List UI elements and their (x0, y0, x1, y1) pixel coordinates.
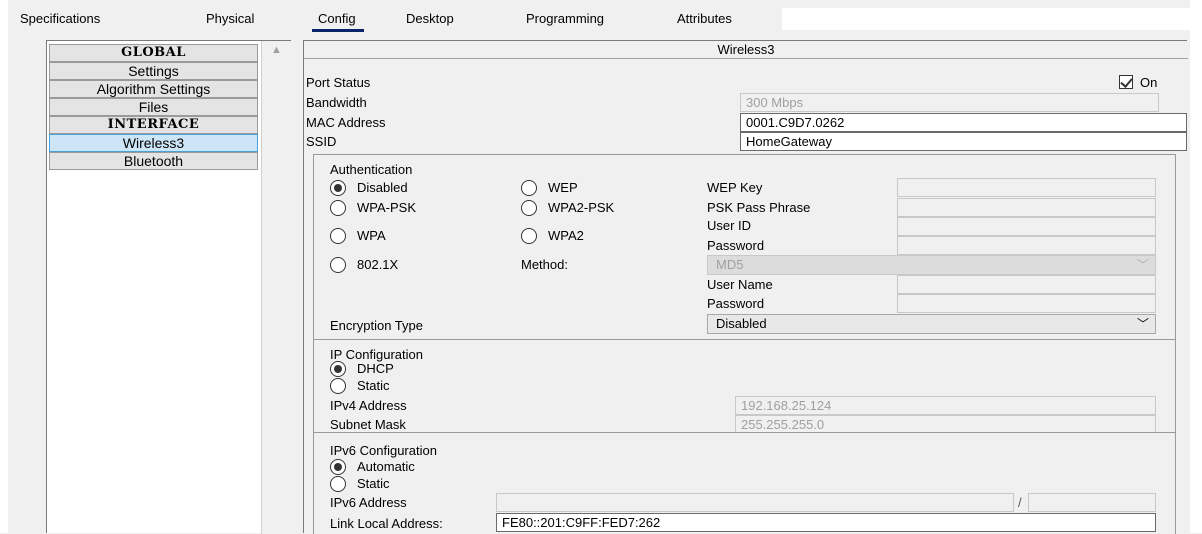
ip-dhcp-radio[interactable] (330, 361, 346, 377)
auth-wpa2-label: WPA2 (548, 228, 584, 243)
tab-bar-blank-area (782, 8, 1198, 30)
password-label: Password (707, 238, 765, 253)
interface-config-panel: Wireless3 Port Status On Bandwidth 300 M… (303, 40, 1188, 534)
authentication-title: Authentication (330, 162, 413, 177)
ipv6-configuration-section: IPv6 Configuration Automatic Static IPv6… (313, 432, 1176, 534)
auth-8021x-radio[interactable] (330, 257, 346, 273)
sidebar-item-bluetooth[interactable]: Bluetooth (49, 152, 258, 170)
subnet-mask-label: Subnet Mask (330, 417, 406, 432)
tab-config[interactable]: Config (312, 11, 364, 32)
chevron-down-icon: ﹀ (1136, 317, 1149, 331)
sidebar-header-global: GLOBAL (49, 44, 258, 62)
radius-password-input (897, 294, 1156, 313)
ipv4-address-input: 192.168.25.124 (735, 396, 1156, 415)
auth-wpa-psk-radio[interactable] (330, 200, 346, 216)
ip-static-label: Static (357, 378, 390, 393)
auth-wep-radio[interactable] (521, 180, 537, 196)
authentication-section: Authentication Disabled WEP WPA-PSK WPA2… (313, 154, 1176, 340)
sidebar-item-files[interactable]: Files (49, 98, 258, 116)
ipv6-automatic-label: Automatic (357, 459, 415, 474)
user-id-label: User ID (707, 218, 752, 233)
port-on-checkbox[interactable] (1119, 75, 1133, 89)
wep-key-label: WEP Key (707, 180, 763, 195)
ipv6-prefix-separator: / (1018, 495, 1022, 510)
ipv4-address-label: IPv4 Address (330, 398, 407, 413)
tab-physical[interactable]: Physical (206, 11, 254, 26)
auth-wpa-radio[interactable] (330, 228, 346, 244)
ip-configuration-title: IP Configuration (330, 347, 423, 362)
ipv6-static-radio[interactable] (330, 476, 346, 492)
auth-disabled-label: Disabled (357, 180, 408, 195)
ipv6-automatic-radio[interactable] (330, 459, 346, 475)
user-name-label: User Name (707, 277, 773, 292)
method-value: MD5 (716, 257, 744, 272)
config-sidebar: GLOBAL Settings Algorithm Settings Files… (46, 40, 291, 534)
port-on-label: On (1140, 75, 1158, 90)
auth-wpa2-psk-label: WPA2-PSK (548, 200, 615, 215)
tab-programming[interactable]: Programming (526, 11, 604, 26)
auth-8021x-label: 802.1X (357, 257, 399, 272)
user-id-input (897, 217, 1156, 236)
auth-wpa-label: WPA (357, 228, 386, 243)
sidebar-header-interface: INTERFACE (49, 116, 258, 134)
chevron-down-icon: ﹀ (1136, 258, 1149, 272)
ip-static-radio[interactable] (330, 378, 346, 394)
password-input (897, 236, 1156, 255)
ipv6-address-label: IPv6 Address (330, 495, 407, 510)
port-status-label: Port Status (306, 75, 371, 90)
sidebar-item-settings[interactable]: Settings (49, 62, 258, 80)
encryption-type-dropdown[interactable]: Disabled ﹀ (707, 314, 1156, 334)
psk-pass-phrase-label: PSK Pass Phrase (707, 200, 811, 215)
right-margin (1190, 0, 1202, 533)
ip-dhcp-label: DHCP (357, 361, 394, 376)
ip-configuration-section: IP Configuration DHCP Static IPv4 Addres… (313, 339, 1176, 434)
tab-bar: Specifications Physical Config Desktop P… (8, 0, 1198, 36)
ssid-input[interactable]: HomeGateway (740, 132, 1187, 151)
method-dropdown: MD5 ﹀ (707, 255, 1156, 275)
bandwidth-label: Bandwidth (306, 95, 367, 110)
link-local-address-label: Link Local Address: (330, 516, 443, 531)
ssid-label: SSID (306, 134, 337, 149)
panel-title: Wireless3 (304, 41, 1188, 59)
tab-desktop[interactable]: Desktop (406, 11, 454, 26)
mac-address-label: MAC Address (306, 115, 386, 130)
ipv6-configuration-title: IPv6 Configuration (330, 443, 437, 458)
mac-address-input[interactable]: 0001.C9D7.0262 (740, 113, 1187, 132)
encryption-type-value: Disabled (716, 316, 767, 331)
sidebar-list: GLOBAL Settings Algorithm Settings Files… (49, 44, 258, 170)
sidebar-item-algorithm-settings[interactable]: Algorithm Settings (49, 80, 258, 98)
left-margin (0, 0, 8, 533)
scroll-up-icon[interactable]: ▲ (262, 41, 291, 59)
auth-wpa2-radio[interactable] (521, 228, 537, 244)
sidebar-scrollbar[interactable]: ▲ (261, 41, 291, 534)
sidebar-item-wireless3[interactable]: Wireless3 (49, 134, 258, 152)
encryption-type-label: Encryption Type (330, 318, 423, 333)
bandwidth-field: 300 Mbps (740, 93, 1159, 112)
auth-wpa-psk-label: WPA-PSK (357, 200, 416, 215)
psk-pass-phrase-input (897, 198, 1156, 217)
link-local-address-field[interactable]: FE80::201:C9FF:FED7:262 (496, 513, 1156, 532)
auth-wpa2-psk-radio[interactable] (521, 200, 537, 216)
tab-attributes[interactable]: Attributes (677, 11, 732, 26)
ipv6-prefix-input (1028, 493, 1156, 512)
user-name-input (897, 275, 1156, 294)
ipv6-address-input (496, 493, 1014, 512)
tab-specifications[interactable]: Specifications (20, 11, 100, 26)
auth-disabled-radio[interactable] (330, 180, 346, 196)
wep-key-input (897, 178, 1156, 197)
method-label: Method: (521, 257, 568, 272)
radius-password-label: Password (707, 296, 765, 311)
ipv6-static-label: Static (357, 476, 390, 491)
auth-wep-label: WEP (548, 180, 578, 195)
